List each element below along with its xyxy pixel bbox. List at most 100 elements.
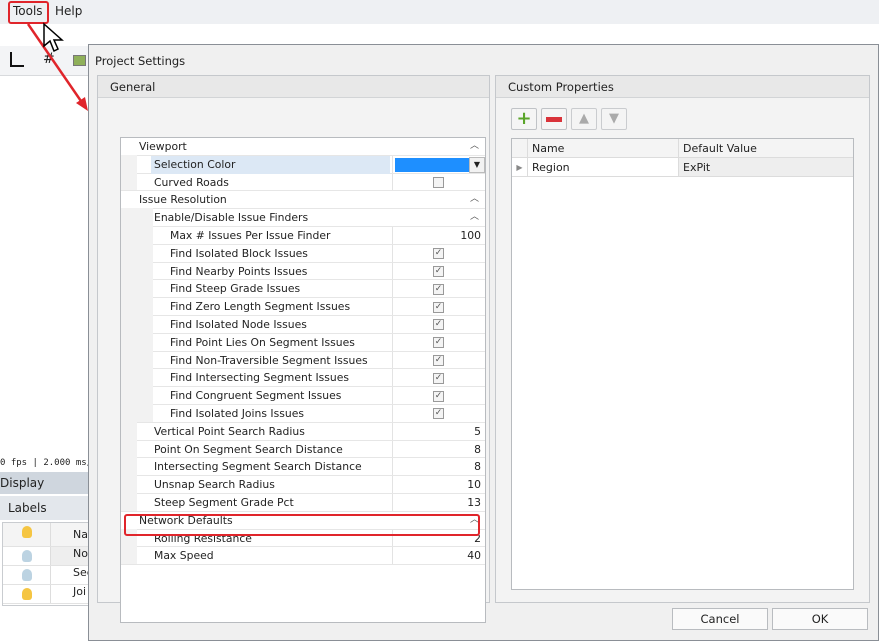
property-value[interactable]: 10 xyxy=(392,476,485,493)
property-row[interactable]: Find Steep Grade Issues ✓ xyxy=(121,279,485,299)
property-row[interactable]: Max # Issues Per Issue Finder 100 xyxy=(121,225,485,245)
bulb-icon[interactable] xyxy=(21,550,32,562)
property-value[interactable]: 13 xyxy=(392,493,485,511)
property-row[interactable]: Find Non-Traversible Segment Issues ✓ xyxy=(121,350,485,370)
bulb-icon xyxy=(21,526,32,538)
collapse-chevron-icon[interactable]: ︿ xyxy=(470,191,479,209)
menubar: Tools Help xyxy=(0,0,879,24)
custom-properties-panel: Custom Properties + ▲ ▼ Name Default Valu… xyxy=(495,75,870,603)
collapse-chevron-icon[interactable]: ︿ xyxy=(470,138,479,156)
checkbox[interactable]: ✓ xyxy=(433,408,444,420)
value-text: 5 xyxy=(474,424,481,438)
property-value[interactable] xyxy=(392,173,485,191)
table-row[interactable]: ▶ Region ExPit xyxy=(512,158,853,177)
general-panel-header: General xyxy=(98,76,489,98)
checkbox[interactable]: ✓ xyxy=(433,301,444,313)
color-swatch[interactable] xyxy=(395,157,469,172)
column-header-default-value[interactable]: Default Value xyxy=(679,139,853,157)
checkbox[interactable] xyxy=(433,177,444,189)
property-value[interactable]: ✓ xyxy=(392,298,485,315)
dropdown-arrow-icon[interactable]: ▼ xyxy=(469,156,485,173)
display-panel-header: Display xyxy=(0,472,90,494)
property-value[interactable]: ✓ xyxy=(392,280,485,298)
property-row[interactable]: Intersecting Segment Search Distance 8 xyxy=(121,457,485,477)
property-value[interactable]: ✓ xyxy=(392,244,485,262)
column-header: Na xyxy=(73,528,88,541)
remove-property-button[interactable] xyxy=(541,108,567,130)
property-row[interactable]: Curved Roads xyxy=(121,172,485,192)
property-row[interactable]: Find Congruent Segment Issues ✓ xyxy=(121,386,485,405)
property-row[interactable]: Find Point Lies On Segment Issues ✓ xyxy=(121,332,485,352)
property-value[interactable]: ✓ xyxy=(392,387,485,404)
property-row[interactable]: Vertical Point Search Radius 5 xyxy=(121,421,485,441)
custom-properties-grid: Name Default Value ▶ Region ExPit xyxy=(511,138,854,590)
property-label: Find Steep Grade Issues xyxy=(170,282,301,296)
custom-properties-header: Custom Properties xyxy=(496,76,869,98)
property-value[interactable]: ✓ xyxy=(392,333,485,351)
property-value[interactable]: 5 xyxy=(392,422,485,440)
move-down-button[interactable]: ▼ xyxy=(601,108,627,130)
bulb-icon[interactable] xyxy=(21,588,32,600)
table-row[interactable]: Segm xyxy=(3,566,89,585)
checkbox[interactable]: ✓ xyxy=(433,266,444,278)
property-label: Find Zero Length Segment Issues xyxy=(170,300,351,314)
property-value[interactable]: ✓ xyxy=(392,369,485,387)
add-property-button[interactable]: + xyxy=(511,108,537,130)
labels-grid: Na Noc Segm Joi xyxy=(2,522,90,606)
property-value[interactable]: 40 xyxy=(392,547,485,565)
checkbox[interactable]: ✓ xyxy=(433,283,444,295)
property-row[interactable]: Selection Color ▼ xyxy=(121,154,485,174)
property-value[interactable]: ✓ xyxy=(392,351,485,369)
property-value[interactable]: 8 xyxy=(392,440,485,458)
property-row[interactable]: Point On Segment Search Distance 8 xyxy=(121,439,485,459)
checkbox[interactable]: ✓ xyxy=(433,372,444,384)
property-label: Curved Roads xyxy=(154,175,229,189)
arrow-down-icon: ▼ xyxy=(609,111,619,126)
tab-labels[interactable]: Labels xyxy=(0,496,90,520)
property-row[interactable]: Find Isolated Node Issues ✓ xyxy=(121,314,485,334)
property-row[interactable]: Unsnap Search Radius 10 xyxy=(121,475,485,494)
dialog-title: Project Settings xyxy=(95,54,186,68)
property-row[interactable]: Find Isolated Joins Issues ✓ xyxy=(121,403,485,423)
property-label: Max # Issues Per Issue Finder xyxy=(170,228,331,242)
table-row[interactable]: Noc xyxy=(3,547,89,566)
property-label: Find Isolated Block Issues xyxy=(170,246,308,260)
property-label: Point On Segment Search Distance xyxy=(154,442,343,456)
checkbox[interactable]: ✓ xyxy=(433,390,444,402)
collapse-chevron-icon[interactable]: ︿ xyxy=(470,209,479,227)
property-label: Vertical Point Search Radius xyxy=(154,424,305,438)
property-value[interactable]: 100 xyxy=(392,226,485,244)
cancel-button[interactable]: Cancel xyxy=(672,608,768,630)
cell-default-value[interactable]: ExPit xyxy=(679,158,853,176)
property-value[interactable]: ✓ xyxy=(392,404,485,422)
property-label: Max Speed xyxy=(154,549,214,563)
table-row[interactable]: Joi xyxy=(3,585,89,604)
checkbox[interactable]: ✓ xyxy=(433,319,444,331)
property-value[interactable]: ✓ xyxy=(392,315,485,333)
checkbox[interactable]: ✓ xyxy=(433,355,444,367)
property-row[interactable]: Find Nearby Points Issues ✓ xyxy=(121,261,485,281)
checkbox[interactable]: ✓ xyxy=(433,337,444,349)
property-label: Find Non-Traversible Segment Issues xyxy=(170,353,368,367)
property-row[interactable]: Find Isolated Block Issues ✓ xyxy=(121,243,485,263)
property-label: Unsnap Search Radius xyxy=(154,478,275,492)
project-settings-dialog: Project Settings General Viewport ︿ Select… xyxy=(88,44,879,641)
column-header-name[interactable]: Name xyxy=(528,139,679,157)
property-row[interactable]: Steep Segment Grade Pct 13 xyxy=(121,492,485,512)
cell-name[interactable]: Region xyxy=(528,158,679,176)
move-up-button[interactable]: ▲ xyxy=(571,108,597,130)
property-value[interactable]: ✓ xyxy=(392,262,485,280)
category-row[interactable]: Enable/Disable Issue Finders ︿ xyxy=(121,208,485,227)
ok-button[interactable]: OK xyxy=(772,608,868,630)
property-row[interactable]: Max Speed 40 xyxy=(121,546,485,566)
property-value[interactable]: ▼ xyxy=(392,155,485,173)
property-row[interactable]: Find Intersecting Segment Issues ✓ xyxy=(121,368,485,388)
checkbox[interactable]: ✓ xyxy=(433,248,444,260)
cell: Noc xyxy=(51,547,89,565)
bulb-icon[interactable] xyxy=(21,569,32,581)
property-value[interactable]: 8 xyxy=(392,458,485,476)
arrow-up-icon: ▲ xyxy=(579,111,589,126)
category-row[interactable]: Viewport ︿ xyxy=(121,138,485,156)
property-row[interactable]: Find Zero Length Segment Issues ✓ xyxy=(121,297,485,316)
category-row[interactable]: Issue Resolution ︿ xyxy=(121,191,485,210)
